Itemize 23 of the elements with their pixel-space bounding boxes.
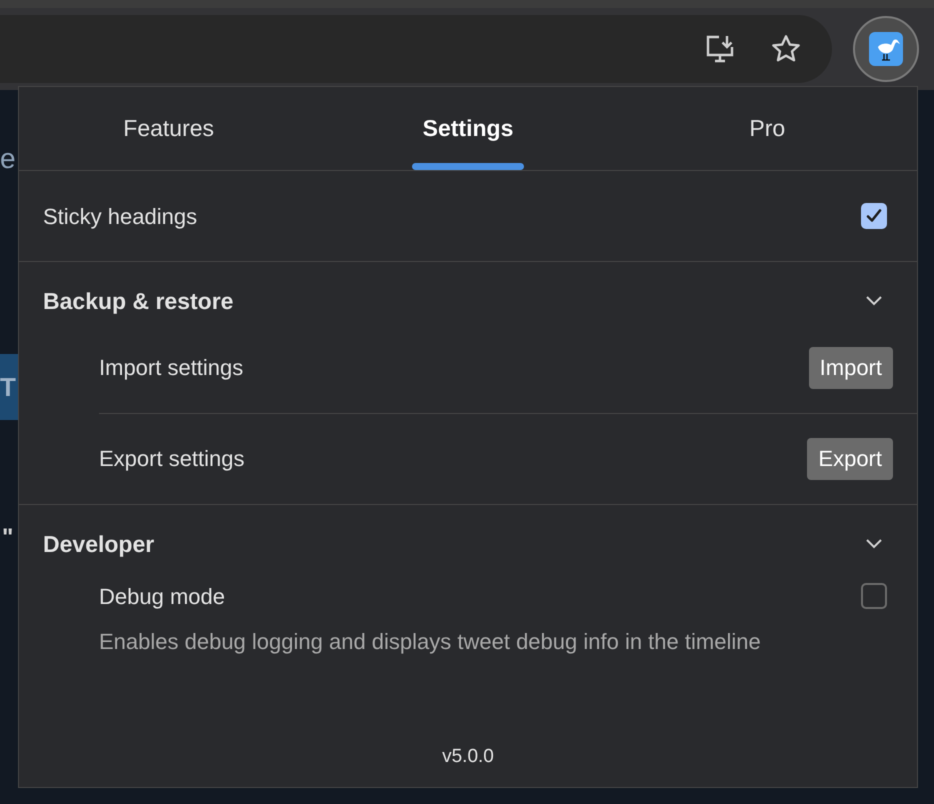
checkmark-icon [865,207,883,225]
setting-label: Debug mode [99,582,225,611]
background-tag: T [0,354,20,420]
setting-label: Sticky headings [43,202,198,231]
action-button[interactable]: Import [808,346,893,388]
background-text: e [0,142,16,176]
tab[interactable]: Settings [318,87,618,170]
version-text: v5.0.0 [442,744,494,768]
tab[interactable]: Pro [618,87,917,170]
background-text: " [2,523,14,553]
section-heading[interactable]: Developer [43,526,154,561]
section-heading[interactable]: Backup & restore [43,284,234,318]
install-icon[interactable] [704,33,736,65]
chevron-icon[interactable] [865,538,883,550]
checkbox[interactable] [861,203,887,229]
checkbox[interactable] [861,583,887,609]
bird-icon [869,32,903,66]
setting-description: Enables debug logging and displays tweet debug info in the timeline [99,628,762,656]
setting-label: Import settings [99,354,244,382]
chevron-icon[interactable] [865,295,883,308]
tab[interactable]: Features [19,87,318,170]
action-button[interactable]: Export [807,438,893,480]
setting-label: Export settings [99,445,245,473]
